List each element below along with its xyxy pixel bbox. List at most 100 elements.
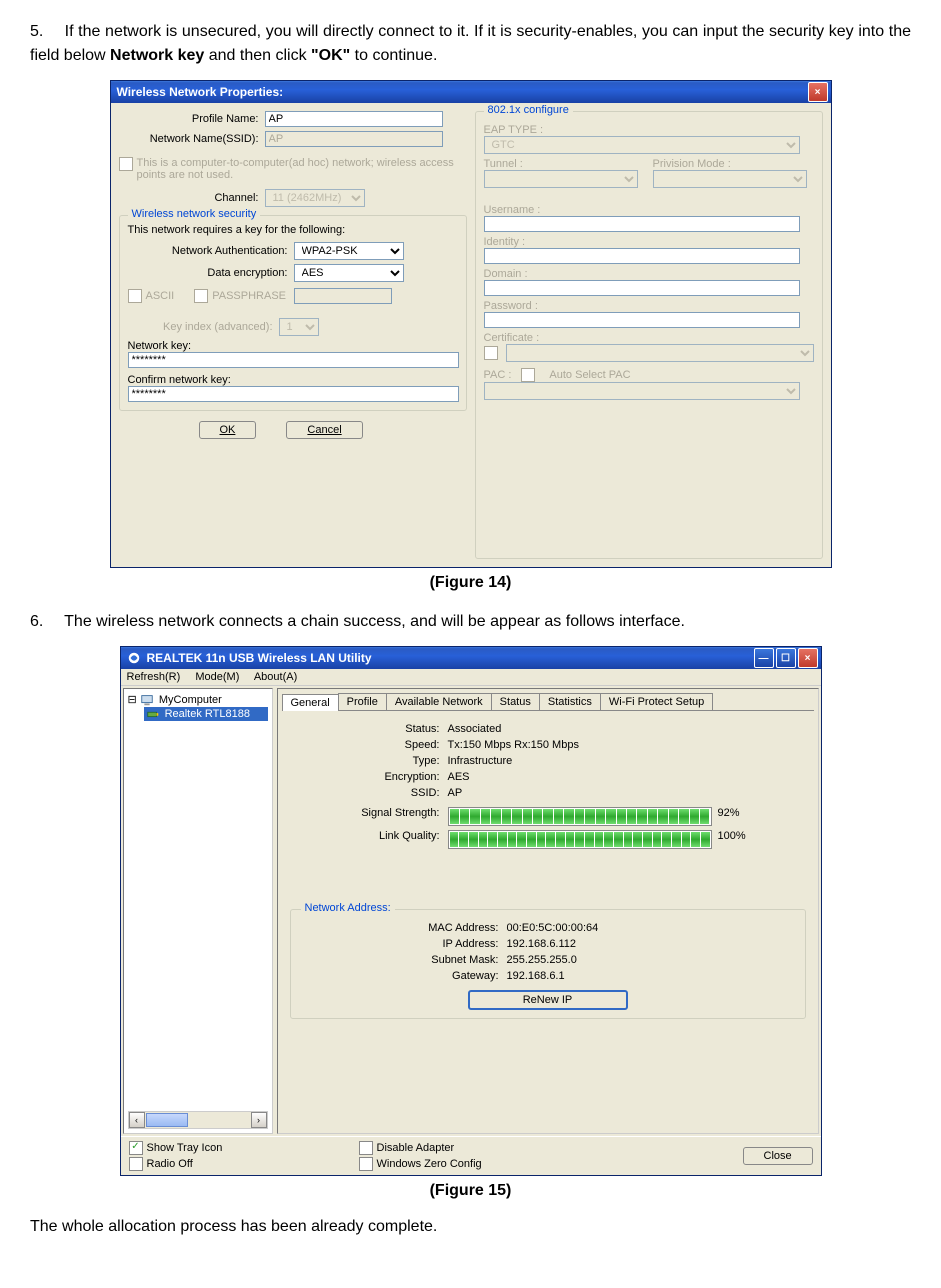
close-icon[interactable]: × xyxy=(808,82,828,102)
eap-type-label: EAP TYPE : xyxy=(484,124,814,136)
key-index-label: Key index (advanced): xyxy=(128,321,279,333)
passphrase-label: PASSPHRASE xyxy=(212,290,286,302)
privision-select xyxy=(653,170,808,188)
tabs: General Profile Available Network Status… xyxy=(282,693,814,711)
certificate-label: Certificate : xyxy=(484,332,814,344)
step-6-text: 6. The wireless network connects a chain… xyxy=(30,610,911,634)
signal-label: Signal Strength: xyxy=(290,807,448,826)
step6-number: 6. xyxy=(30,610,60,634)
security-legend: Wireless network security xyxy=(128,208,261,220)
security-fieldset: Wireless network security This network r… xyxy=(119,215,467,411)
network-key-bold: Network key xyxy=(110,47,204,64)
ok-button[interactable]: OK xyxy=(199,421,257,439)
adhoc-text: This is a computer-to-computer(ad hoc) n… xyxy=(137,157,467,181)
password-label: Password : xyxy=(484,300,814,312)
bottom-panel: Show Tray Icon Radio Off Disable Adapter… xyxy=(121,1136,821,1175)
ok-bold: "OK" xyxy=(311,47,350,64)
close-icon[interactable]: × xyxy=(798,648,818,668)
username-label: Username : xyxy=(484,204,814,216)
encryption-value: AES xyxy=(448,771,470,783)
key-index-select: 1 xyxy=(279,318,319,336)
minimize-icon[interactable]: — xyxy=(754,648,774,668)
step6-content: The wireless network connects a chain su… xyxy=(64,613,685,630)
tree-adapter[interactable]: Realtek RTL8188 xyxy=(165,708,250,720)
signal-pct: 92% xyxy=(718,807,740,826)
window-title: Wireless Network Properties: xyxy=(117,85,284,99)
ascii-label: ASCII xyxy=(146,290,175,302)
speed-value: Tx:150 Mbps Rx:150 Mbps xyxy=(448,739,579,751)
network-key-input[interactable] xyxy=(128,352,459,368)
show-tray-label: Show Tray Icon xyxy=(147,1142,223,1154)
close-button[interactable]: Close xyxy=(743,1147,813,1165)
scroll-left-icon[interactable]: ‹ xyxy=(129,1112,145,1128)
scroll-thumb[interactable] xyxy=(146,1113,188,1127)
menu-mode[interactable]: Mode(M) xyxy=(195,671,239,683)
data-enc-select[interactable]: AES xyxy=(294,264,404,282)
net-auth-select[interactable]: WPA2-PSK xyxy=(294,242,404,260)
ssid-label: Network Name(SSID): xyxy=(119,133,265,145)
show-tray-checkbox[interactable] xyxy=(129,1141,143,1155)
certificate-select xyxy=(506,344,814,362)
step5-number: 5. xyxy=(30,20,60,44)
network-address-legend: Network Address: xyxy=(301,902,395,914)
signal-progress xyxy=(448,807,712,826)
titlebar: REALTEK 11n USB Wireless LAN Utility — ☐… xyxy=(121,647,821,669)
identity-label: Identity : xyxy=(484,236,814,248)
menu-refresh[interactable]: Refresh(R) xyxy=(127,671,181,683)
wzc-label: Windows Zero Config xyxy=(377,1158,482,1170)
auto-pac-label: Auto Select PAC xyxy=(549,369,630,381)
identity-input xyxy=(484,248,801,264)
tree-scrollbar[interactable]: ‹ › xyxy=(128,1111,268,1129)
ascii-checkbox xyxy=(128,289,142,303)
encryption-label: Encryption: xyxy=(290,771,448,783)
realtek-utility-window: REALTEK 11n USB Wireless LAN Utility — ☐… xyxy=(120,646,822,1176)
ip-value: 192.168.6.112 xyxy=(507,938,577,950)
device-tree: ⊟ MyComputer Realtek RTL8188 ‹ › xyxy=(123,688,273,1134)
scroll-right-icon[interactable]: › xyxy=(251,1112,267,1128)
tab-content-general: Status:Associated Speed:Tx:150 Mbps Rx:1… xyxy=(282,711,814,1129)
wireless-properties-window: Wireless Network Properties: × Profile N… xyxy=(110,80,832,568)
tunnel-select xyxy=(484,170,639,188)
pac-select xyxy=(484,382,801,400)
cancel-button[interactable]: Cancel xyxy=(286,421,362,439)
data-enc-label: Data encryption: xyxy=(128,267,294,279)
tab-available-network[interactable]: Available Network xyxy=(386,693,492,710)
confirm-key-input[interactable] xyxy=(128,386,459,402)
app-icon xyxy=(127,651,141,665)
domain-label: Domain : xyxy=(484,268,814,280)
radio-off-label: Radio Off xyxy=(147,1158,193,1170)
menu-about[interactable]: About(A) xyxy=(254,671,297,683)
radio-off-checkbox[interactable] xyxy=(129,1157,143,1171)
mask-label: Subnet Mask: xyxy=(299,954,507,966)
step5-mid: and then click xyxy=(204,47,311,64)
network-address-group: Network Address: MAC Address:00:E0:5C:00… xyxy=(290,909,806,1019)
tree-root[interactable]: MyComputer xyxy=(159,694,222,706)
step-5-text: 5. If the network is unsecured, you will… xyxy=(30,20,911,68)
net-auth-label: Network Authentication: xyxy=(128,245,294,257)
tab-status[interactable]: Status xyxy=(491,693,540,710)
tunnel-label: Tunnel : xyxy=(484,158,645,170)
tab-profile[interactable]: Profile xyxy=(338,693,387,710)
domain-input xyxy=(484,280,801,296)
mask-value: 255.255.255.0 xyxy=(507,954,577,966)
eap-type-select: GTC xyxy=(484,136,801,154)
tab-statistics[interactable]: Statistics xyxy=(539,693,601,710)
renew-ip-button[interactable]: ReNew IP xyxy=(468,990,628,1010)
disable-adapter-checkbox[interactable] xyxy=(359,1141,373,1155)
profile-name-input[interactable] xyxy=(265,111,443,127)
password-input xyxy=(484,312,801,328)
ssid-label: SSID: xyxy=(290,787,448,799)
8021x-legend: 802.1x configure xyxy=(484,104,573,116)
wzc-checkbox[interactable] xyxy=(359,1157,373,1171)
computer-icon xyxy=(140,693,154,707)
link-pct: 100% xyxy=(718,830,746,849)
type-value: Infrastructure xyxy=(448,755,513,767)
tree-collapse-icon[interactable]: ⊟ xyxy=(128,694,137,706)
link-label: Link Quality: xyxy=(290,830,448,849)
username-input xyxy=(484,216,801,232)
link-progress xyxy=(448,830,712,849)
maximize-icon[interactable]: ☐ xyxy=(776,648,796,668)
tab-general[interactable]: General xyxy=(282,694,339,711)
tab-wps[interactable]: Wi-Fi Protect Setup xyxy=(600,693,713,710)
mac-value: 00:E0:5C:00:00:64 xyxy=(507,922,599,934)
